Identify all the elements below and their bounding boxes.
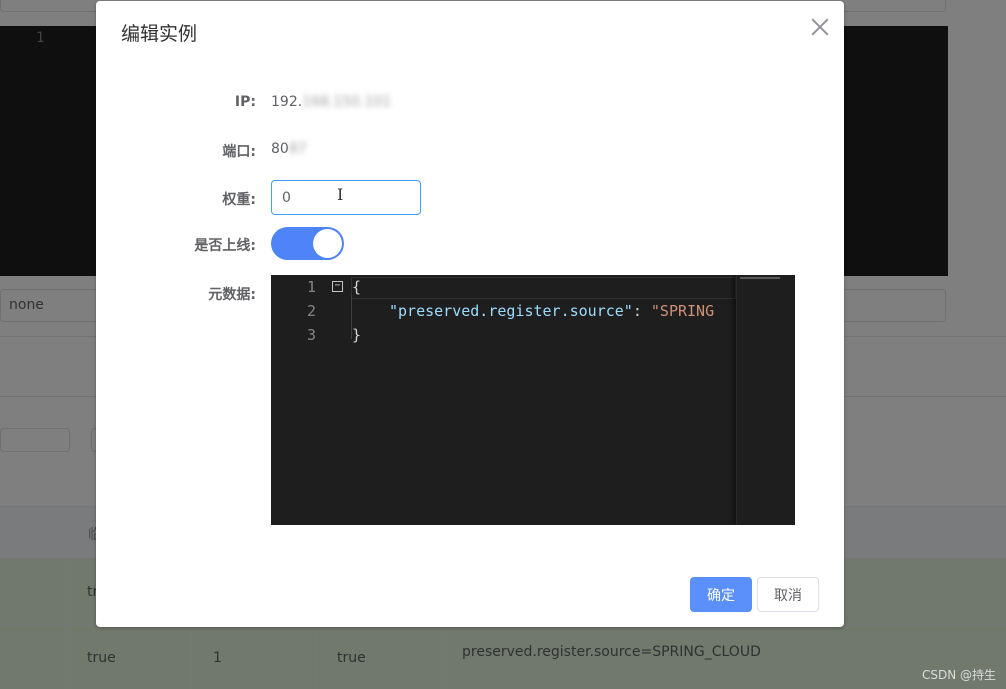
editor-minimap[interactable]	[736, 275, 795, 525]
port-value: 8087	[271, 141, 307, 157]
current-line-highlight	[351, 277, 736, 299]
code-open-brace: {	[352, 278, 362, 296]
metadata-code-editor[interactable]: 1 2 3 − { "preserved.register.source": "…	[271, 275, 795, 525]
metadata-label: 元数据:	[208, 287, 256, 303]
ip-label: IP:	[234, 94, 256, 110]
line-number: 2	[307, 302, 317, 320]
confirm-button[interactable]: 确定	[690, 577, 752, 612]
ip-value: 192.168.150.101	[271, 94, 391, 110]
line-number: 3	[307, 326, 317, 344]
code-string-value: "SPRING	[650, 302, 715, 320]
code-colon: :	[632, 302, 651, 320]
port-value-blurred: 87	[288, 141, 307, 157]
toggle-knob	[313, 229, 342, 258]
port-label: 端口:	[222, 144, 256, 160]
cancel-button[interactable]: 取消	[757, 577, 819, 612]
code-close-brace: }	[352, 326, 362, 344]
minimap-line	[740, 277, 780, 279]
port-value-prefix: 80	[271, 141, 289, 157]
ip-value-prefix: 192.	[271, 94, 303, 110]
ip-value-blurred: 168.150.101	[302, 94, 392, 110]
fold-collapse-icon[interactable]: −	[332, 281, 343, 292]
code-line-2: "preserved.register.source": "SPRING	[389, 302, 714, 320]
weight-input[interactable]	[271, 180, 421, 215]
close-icon[interactable]	[809, 16, 831, 38]
watermark: CSDN @持生	[922, 668, 997, 682]
online-toggle[interactable]	[271, 227, 344, 260]
text-cursor-icon: I	[337, 185, 344, 204]
line-number: 1	[307, 278, 317, 296]
weight-label: 权重:	[222, 192, 256, 208]
edit-instance-dialog: 编辑实例 IP: 192.168.150.101 端口: 8087 权重: I …	[96, 1, 844, 627]
online-label: 是否上线:	[194, 238, 256, 254]
code-key: "preserved.register.source"	[389, 302, 633, 320]
dialog-title: 编辑实例	[121, 23, 198, 45]
